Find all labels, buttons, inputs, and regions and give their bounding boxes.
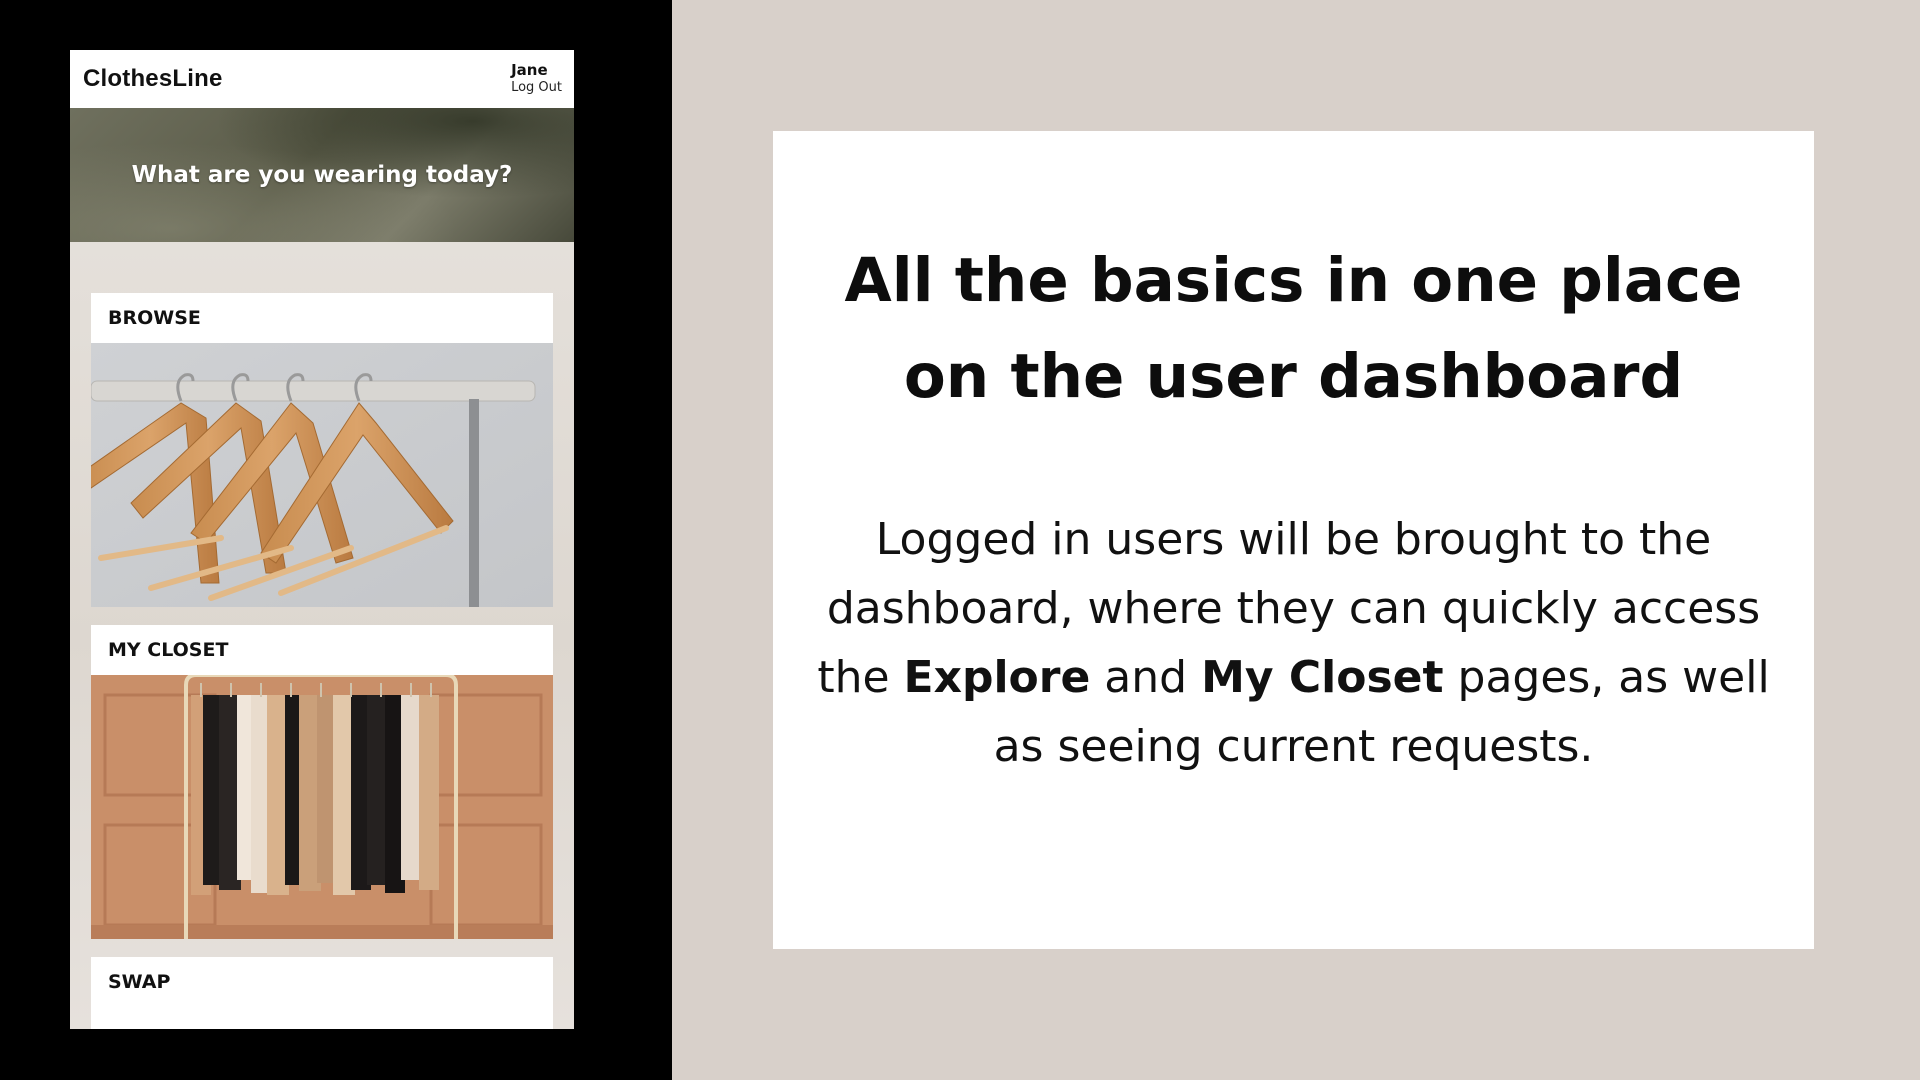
clothes-rack-image [91, 675, 553, 939]
user-menu: Jane Log Out [511, 61, 562, 97]
description-card: All the basics in one place on the user … [773, 131, 1814, 949]
hero-text: What are you wearing today? [131, 162, 513, 188]
swap-card[interactable]: SWAP [91, 957, 553, 1029]
my-closet-emphasis: My Closet [1201, 652, 1444, 703]
my-closet-card[interactable]: MY CLOSET [91, 625, 553, 939]
slide-headline: All the basics in one place on the user … [773, 233, 1814, 425]
headline-line-2: on the user dashboard [903, 341, 1684, 412]
slide-body-text: Logged in users will be brought to the d… [813, 505, 1774, 781]
hero-banner: What are you wearing today? [70, 108, 574, 242]
phone-panel-background: ClothesLine Jane Log Out What are you we… [0, 0, 672, 1080]
logout-link[interactable]: Log Out [511, 79, 562, 97]
browse-card[interactable]: BROWSE [91, 293, 553, 607]
mobile-app-screenshot: ClothesLine Jane Log Out What are you we… [70, 50, 574, 1029]
my-closet-card-label: MY CLOSET [108, 639, 229, 661]
body-text-part-2: and [1090, 652, 1202, 703]
explore-emphasis: Explore [903, 652, 1091, 703]
hangers-image [91, 343, 553, 607]
browse-card-label: BROWSE [108, 307, 201, 329]
user-name[interactable]: Jane [511, 61, 548, 79]
app-header: ClothesLine Jane Log Out [70, 50, 574, 108]
app-logo[interactable]: ClothesLine [83, 65, 223, 93]
swap-card-label: SWAP [108, 971, 171, 993]
headline-line-1: All the basics in one place [844, 245, 1743, 316]
